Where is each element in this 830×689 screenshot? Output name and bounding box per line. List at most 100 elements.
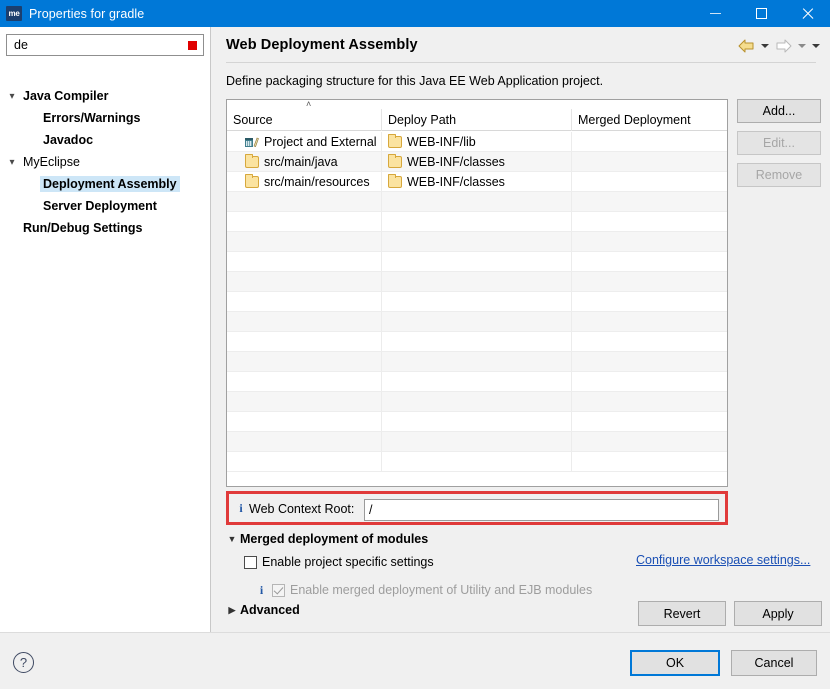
empty-cell <box>382 212 572 231</box>
empty-cell <box>572 392 727 411</box>
back-dropdown-button[interactable] <box>758 36 771 56</box>
settings-sidebar: Java Compiler Errors/Warnings Javadoc MyEcl… <box>0 27 211 632</box>
sidebar-item-java-compiler[interactable]: Java Compiler <box>0 85 211 107</box>
empty-cell <box>382 252 572 271</box>
sidebar-item-label: Java Compiler <box>23 89 109 103</box>
configure-workspace-settings-link[interactable]: Configure workspace settings... <box>636 553 810 567</box>
apply-button[interactable]: Apply <box>734 601 822 626</box>
sidebar-item-label: MyEclipse <box>23 155 80 169</box>
source-text: Project and External <box>264 134 377 149</box>
triangle-down-icon[interactable]: ▼ <box>226 534 238 544</box>
page-description: Define packaging structure for this Java… <box>226 74 604 88</box>
table-row-empty <box>227 392 727 412</box>
table-row-empty <box>227 292 727 312</box>
edit-button[interactable]: Edit... <box>737 131 821 155</box>
empty-cell <box>382 412 572 431</box>
title-bar: me Properties for gradle <box>0 0 830 27</box>
sidebar-item-label: Deployment Assembly <box>40 176 180 192</box>
empty-cell <box>572 252 727 271</box>
info-icon: i <box>259 582 264 597</box>
empty-cell <box>227 272 382 291</box>
remove-button[interactable]: Remove <box>737 163 821 187</box>
table-row[interactable]: Project and External WEB-INF/lib <box>227 132 727 152</box>
empty-cell <box>227 392 382 411</box>
empty-cell <box>572 412 727 431</box>
table-row-empty <box>227 432 727 452</box>
merged-utility-row: i Enable merged deployment of Utility an… <box>256 581 592 599</box>
sidebar-item-server-deployment[interactable]: Server Deployment <box>0 195 211 217</box>
help-icon[interactable]: ? <box>13 652 34 673</box>
merged-deployment-cell <box>572 132 727 151</box>
deploy-path-cell: WEB-INF/classes <box>382 172 572 191</box>
column-header[interactable]: Source <box>227 109 382 131</box>
column-header[interactable]: Deploy Path <box>382 109 572 131</box>
navigation-controls <box>735 36 822 56</box>
deploy-path-cell: WEB-INF/lib <box>382 132 572 151</box>
merged-deployment-header[interactable]: ▼ Merged deployment of modules <box>226 530 816 548</box>
revert-button[interactable]: Revert <box>638 601 726 626</box>
forward-dropdown-button[interactable] <box>795 36 808 56</box>
deploy-path-text: WEB-INF/classes <box>407 174 505 189</box>
deploy-path-cell: WEB-INF/classes <box>382 152 572 171</box>
empty-cell <box>572 292 727 311</box>
add-button[interactable]: Add... <box>737 99 821 123</box>
sidebar-item-deployment-assembly[interactable]: Deployment Assembly <box>0 173 211 195</box>
advanced-section-header[interactable]: ▶ Advanced <box>226 601 300 619</box>
back-button[interactable] <box>735 36 757 56</box>
chevron-down-icon[interactable] <box>4 151 20 173</box>
merged-deployment-section: ▼ Merged deployment of modules Enable pr… <box>226 530 816 597</box>
merged-deployment-title: Merged deployment of modules <box>240 532 429 546</box>
triangle-right-icon[interactable]: ▶ <box>226 605 238 616</box>
sidebar-item-myeclipse[interactable]: MyEclipse <box>0 151 211 173</box>
chevron-down-icon[interactable] <box>4 85 20 107</box>
empty-cell <box>382 192 572 211</box>
table-row[interactable]: src/main/resources WEB-INF/classes <box>227 172 727 192</box>
empty-cell <box>572 212 727 231</box>
empty-cell <box>572 332 727 351</box>
sidebar-item-javadoc[interactable]: Javadoc <box>0 129 211 151</box>
empty-cell <box>382 292 572 311</box>
source-cell: src/main/java <box>227 152 382 171</box>
info-icon: i <box>239 500 243 515</box>
table-row[interactable]: src/main/java WEB-INF/classes <box>227 152 727 172</box>
search-input[interactable] <box>12 36 177 54</box>
sidebar-item-errors-warnings[interactable]: Errors/Warnings <box>0 107 211 129</box>
table-body: Project and External WEB-INF/lib src/main/… <box>227 132 727 486</box>
table-header-row: Source Deploy Path Merged Deployment <box>227 109 727 131</box>
close-button[interactable] <box>784 0 830 27</box>
forward-arrow-icon <box>776 39 791 53</box>
table-row-empty <box>227 192 727 212</box>
clear-filter-icon[interactable] <box>188 40 197 50</box>
empty-cell <box>227 212 382 231</box>
ok-button[interactable]: OK <box>630 650 720 676</box>
table-row-empty <box>227 312 727 332</box>
page-menu-button[interactable] <box>809 36 822 56</box>
merged-utility-label: Enable merged deployment of Utility and … <box>290 583 593 597</box>
empty-cell <box>382 272 572 291</box>
cancel-button[interactable]: Cancel <box>731 650 817 676</box>
sidebar-item-label: Javadoc <box>43 133 94 147</box>
chevron-down-icon <box>760 44 769 48</box>
column-header[interactable]: Merged Deployment <box>572 109 727 131</box>
empty-cell <box>227 452 382 471</box>
empty-cell <box>382 452 572 471</box>
maximize-button[interactable] <box>738 0 784 27</box>
source-cell: Project and External <box>227 132 382 151</box>
enable-project-specific-checkbox[interactable] <box>244 555 257 569</box>
empty-cell <box>572 192 727 211</box>
web-context-root-input[interactable] <box>364 499 719 521</box>
minimize-button[interactable] <box>692 0 738 27</box>
empty-cell <box>572 452 727 471</box>
enable-project-specific-row[interactable]: Enable project specific settings <box>244 553 434 571</box>
library-icon <box>245 136 259 148</box>
empty-cell <box>382 232 572 251</box>
deploy-path-text: WEB-INF/classes <box>407 154 505 169</box>
source-text: src/main/java <box>264 154 338 169</box>
table-row-empty <box>227 272 727 292</box>
forward-button[interactable] <box>772 36 794 56</box>
sidebar-item-run-debug-settings[interactable]: Run/Debug Settings <box>0 217 211 239</box>
folder-icon <box>388 173 402 188</box>
chevron-down-icon <box>797 44 806 48</box>
empty-cell <box>227 372 382 391</box>
